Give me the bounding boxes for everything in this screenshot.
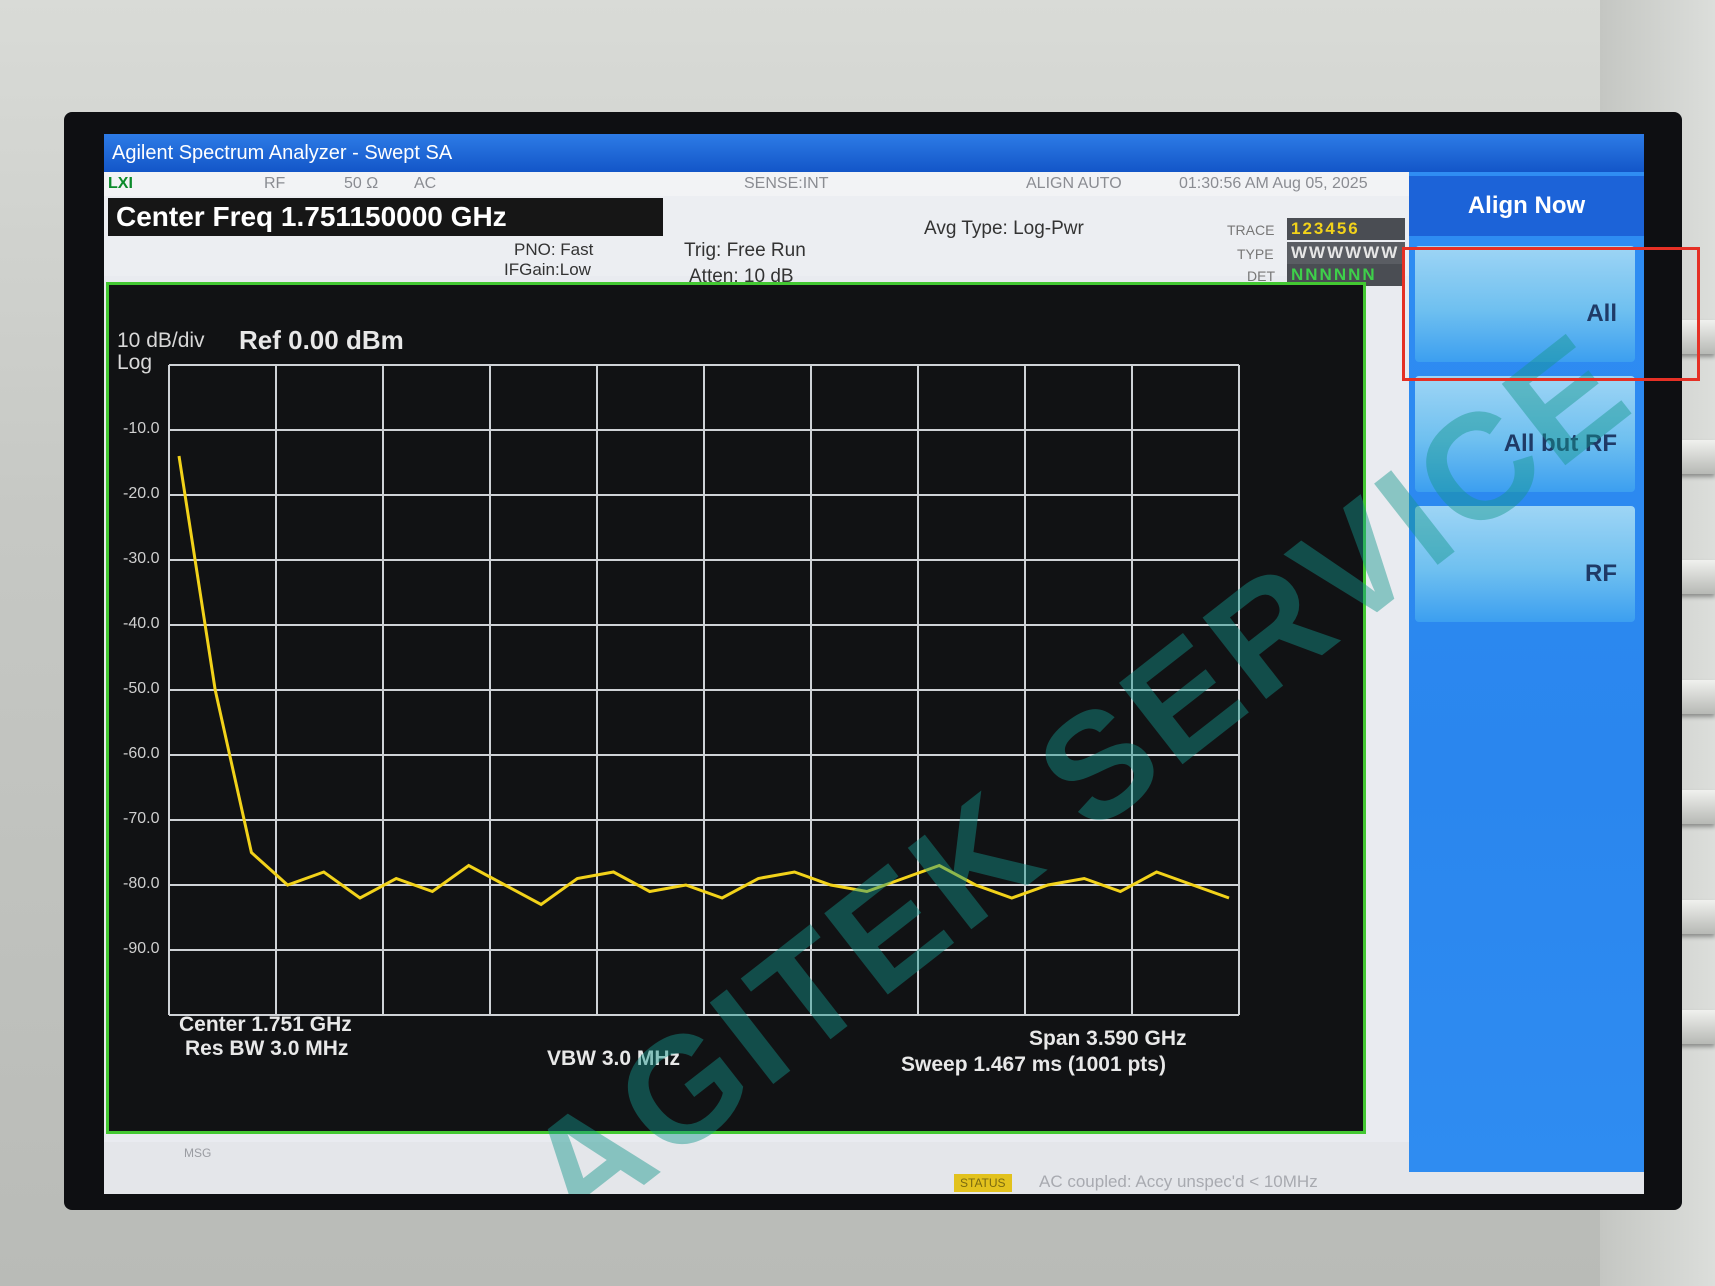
align-label: ALIGN AUTO	[1026, 175, 1122, 192]
ifgain-label: IFGain:Low	[504, 260, 591, 279]
window-title: Agilent Spectrum Analyzer - Swept SA	[104, 134, 1644, 172]
status-message: AC coupled: Accy unspec'd < 10MHz	[1039, 1172, 1318, 1191]
res-bw-readout: Res BW 3.0 MHz	[185, 1037, 349, 1060]
trace-label: TRACE	[1227, 222, 1275, 238]
sweep-readout: Sweep 1.467 ms (1001 pts)	[901, 1053, 1166, 1076]
coupling-label: AC	[414, 175, 437, 192]
lxi-indicator: LXI	[108, 175, 133, 192]
trace-types: WWWWWW	[1287, 242, 1405, 264]
pno-label: PNO: Fast	[514, 240, 594, 259]
sense-label: SENSE:INT	[744, 175, 829, 192]
status-row: LXI RF 50 Ω AC SENSE:INT ALIGN AUTO 01:3…	[104, 172, 1409, 196]
type-label: TYPE	[1237, 246, 1274, 262]
msg-label: MSG	[184, 1146, 212, 1160]
menu-title-align-now: Align Now	[1409, 176, 1644, 236]
datetime: 01:30:56 AM Aug 05, 2025	[1179, 175, 1368, 192]
span-readout: Span 3.590 GHz	[1029, 1027, 1187, 1050]
center-readout: Center 1.751 GHz	[179, 1013, 352, 1036]
measurement-info: Center Freq 1.751150000 GHz PNO: Fast IF…	[104, 196, 1409, 287]
impedance-label: 50 Ω	[344, 175, 379, 192]
highlight-box	[1402, 247, 1700, 381]
trigger-label: Trig: Free Run	[684, 240, 806, 261]
center-freq-readout[interactable]: Center Freq 1.751150000 GHz	[108, 198, 663, 236]
status-indicator[interactable]: STATUS	[954, 1174, 1012, 1192]
rf-input-label: RF	[264, 175, 286, 192]
trace-numbers: 123456	[1287, 218, 1405, 240]
avg-type-label: Avg Type: Log-Pwr	[924, 218, 1084, 239]
